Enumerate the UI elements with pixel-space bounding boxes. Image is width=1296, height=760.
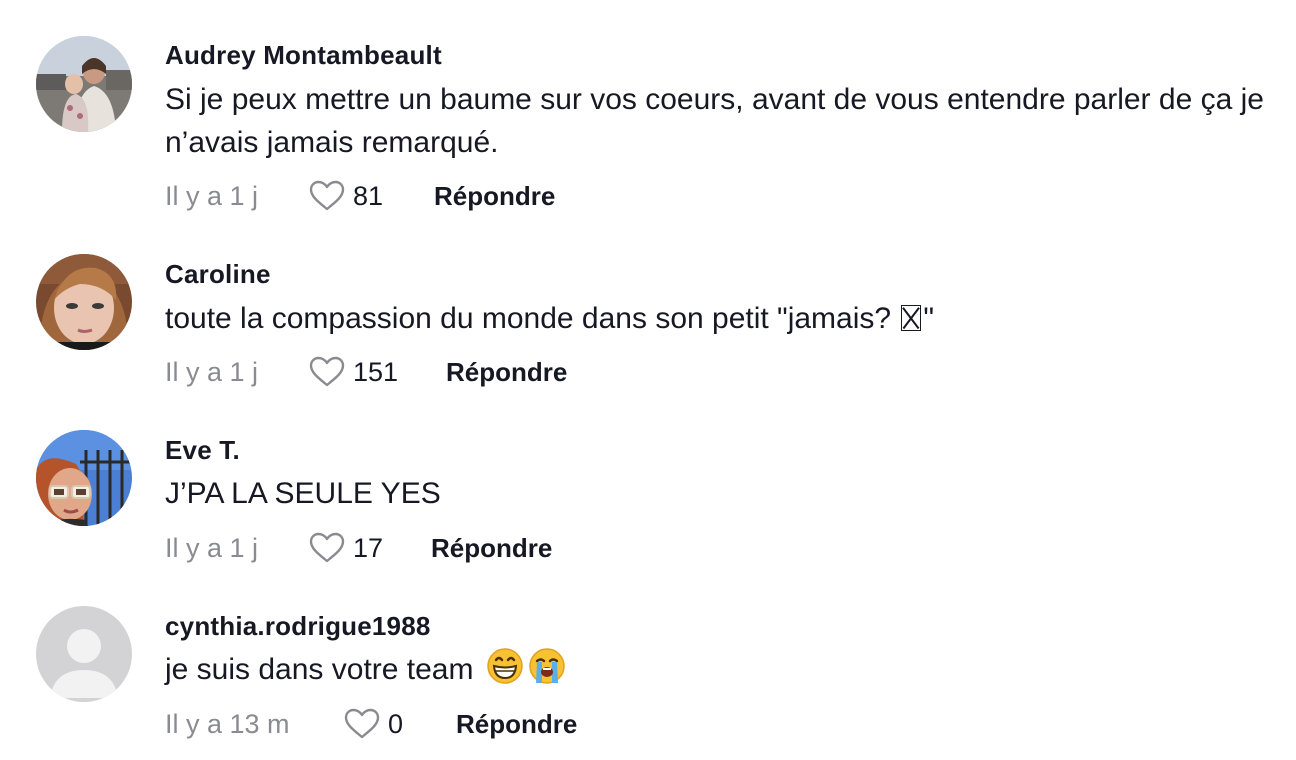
avatar[interactable] [36, 430, 132, 526]
comment-text: Si je peux mettre un baume sur vos coeur… [165, 83, 1264, 159]
comment-timestamp: Il y a 1 j [165, 357, 259, 387]
like-button[interactable]: 17 [309, 528, 383, 568]
default-avatar-icon [36, 606, 132, 702]
comment-text-end: " [923, 302, 935, 335]
comment-username[interactable]: cynthia.rodrigue1988 [165, 611, 431, 642]
loudly-crying-face-icon [528, 647, 566, 685]
comment-timestamp: Il y a 1 j [165, 533, 259, 563]
comment-username[interactable]: Eve T. [165, 435, 240, 466]
like-button[interactable]: 0 [344, 704, 403, 744]
comment-timestamp: Il y a 1 j [165, 181, 259, 211]
like-count: 0 [388, 709, 404, 739]
grinning-face-icon [486, 647, 524, 685]
like-count: 151 [353, 357, 399, 387]
comment-text-body: toute la compassion du monde dans son pe… [165, 302, 900, 335]
missing-glyph-icon [901, 305, 922, 331]
like-count: 81 [353, 181, 384, 211]
heart-icon [309, 532, 345, 563]
avatar-photo-icon [36, 430, 132, 526]
heart-icon [344, 708, 380, 739]
comment-timestamp: Il y a 13 m [165, 709, 290, 739]
heart-icon [309, 356, 345, 387]
comment-text: toute la compassion du monde dans son pe… [165, 297, 1275, 340]
avatar[interactable] [36, 254, 132, 350]
avatar-photo-icon [36, 36, 132, 132]
reply-button[interactable]: Répondre [456, 704, 577, 744]
like-count: 17 [353, 533, 384, 563]
comment-text: J’PA LA SEULE YES [165, 477, 441, 510]
like-button[interactable]: 151 [309, 352, 398, 392]
reply-button[interactable]: Répondre [431, 528, 552, 568]
heart-icon [309, 180, 345, 211]
avatar[interactable] [36, 606, 132, 702]
reply-button[interactable]: Répondre [434, 176, 555, 216]
comment-text: je suis dans votre team [165, 647, 1275, 691]
avatar[interactable] [36, 36, 132, 132]
reply-button[interactable]: Répondre [446, 352, 567, 392]
comment-text-body: je suis dans votre team [165, 653, 482, 686]
like-button[interactable]: 81 [309, 176, 383, 216]
comment-username[interactable]: Caroline [165, 259, 271, 290]
comment-username[interactable]: Audrey Montambeault [165, 40, 442, 71]
avatar-photo-icon [36, 254, 132, 350]
